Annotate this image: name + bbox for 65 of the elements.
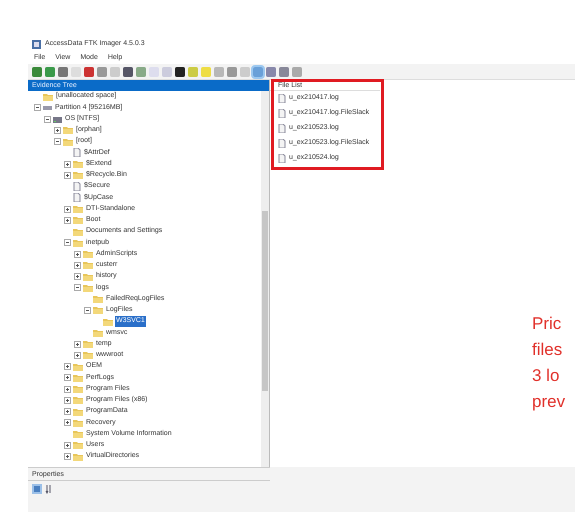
collapse-toggle[interactable] — [54, 138, 61, 146]
app-icon — [32, 40, 41, 48]
caption-text: prev — [532, 392, 566, 412]
expand-toggle[interactable] — [64, 442, 71, 449]
expand-toggle[interactable] — [64, 363, 71, 370]
expand-toggle[interactable] — [64, 408, 71, 416]
folder-icon — [73, 228, 83, 236]
expand-toggle[interactable] — [64, 374, 71, 382]
folder-icon — [93, 306, 103, 314]
folder-icon — [73, 396, 83, 404]
folder-icon — [83, 272, 93, 281]
drive-icon — [53, 114, 62, 124]
expand-toggle[interactable] — [64, 396, 71, 404]
folder-icon — [83, 284, 93, 292]
folder-icon — [73, 362, 83, 371]
partition-icon — [43, 104, 52, 111]
folder-icon — [73, 418, 83, 427]
expand-toggle[interactable] — [64, 206, 71, 213]
folder-icon — [93, 328, 103, 337]
folder-icon — [73, 441, 83, 450]
file-icon — [73, 148, 81, 158]
folder-icon — [103, 318, 113, 326]
folder-icon — [73, 205, 83, 214]
caption-text: 3 lo — [532, 366, 560, 386]
expand-toggle[interactable] — [64, 419, 71, 426]
expand-toggle[interactable] — [64, 216, 71, 224]
scrollbar[interactable] — [261, 91, 269, 467]
expand-toggle[interactable] — [74, 352, 81, 359]
folder-icon — [73, 408, 83, 416]
toolbar-icon[interactable] — [175, 66, 185, 76]
folder-icon — [73, 452, 83, 461]
folder-icon — [83, 261, 93, 270]
expand-toggle[interactable] — [64, 172, 71, 179]
expand-toggle[interactable] — [74, 262, 81, 269]
caption-text: files — [532, 340, 564, 360]
folder-icon — [93, 295, 103, 304]
expand-toggle[interactable] — [74, 340, 81, 348]
folder-icon — [43, 92, 53, 101]
expand-toggle[interactable] — [64, 453, 71, 460]
collapse-toggle[interactable] — [84, 306, 91, 314]
folder-icon — [83, 340, 93, 348]
folder-icon — [73, 430, 83, 438]
sort-icon — [45, 484, 53, 494]
expand-toggle[interactable] — [54, 126, 61, 134]
expand-toggle[interactable] — [74, 273, 81, 280]
folder-icon — [73, 216, 83, 224]
expand-toggle[interactable] — [64, 386, 71, 393]
caption-text: Pric — [532, 314, 562, 334]
expand-toggle[interactable] — [74, 250, 81, 258]
categorized-icon — [32, 484, 42, 494]
collapse-toggle[interactable] — [34, 104, 41, 112]
folder-icon — [73, 238, 83, 247]
folder-icon — [63, 138, 73, 146]
folder-icon — [73, 374, 83, 382]
toolbar-icon[interactable] — [123, 66, 133, 76]
collapse-toggle[interactable] — [74, 284, 81, 292]
folder-icon — [73, 385, 83, 394]
folder-icon — [83, 250, 93, 258]
folder-icon — [73, 171, 83, 180]
folder-icon — [83, 351, 93, 360]
collapse-toggle[interactable] — [44, 116, 51, 123]
folder-icon — [63, 126, 73, 134]
expand-toggle[interactable] — [64, 160, 71, 168]
folder-icon — [73, 160, 83, 168]
collapse-toggle[interactable] — [64, 239, 71, 246]
